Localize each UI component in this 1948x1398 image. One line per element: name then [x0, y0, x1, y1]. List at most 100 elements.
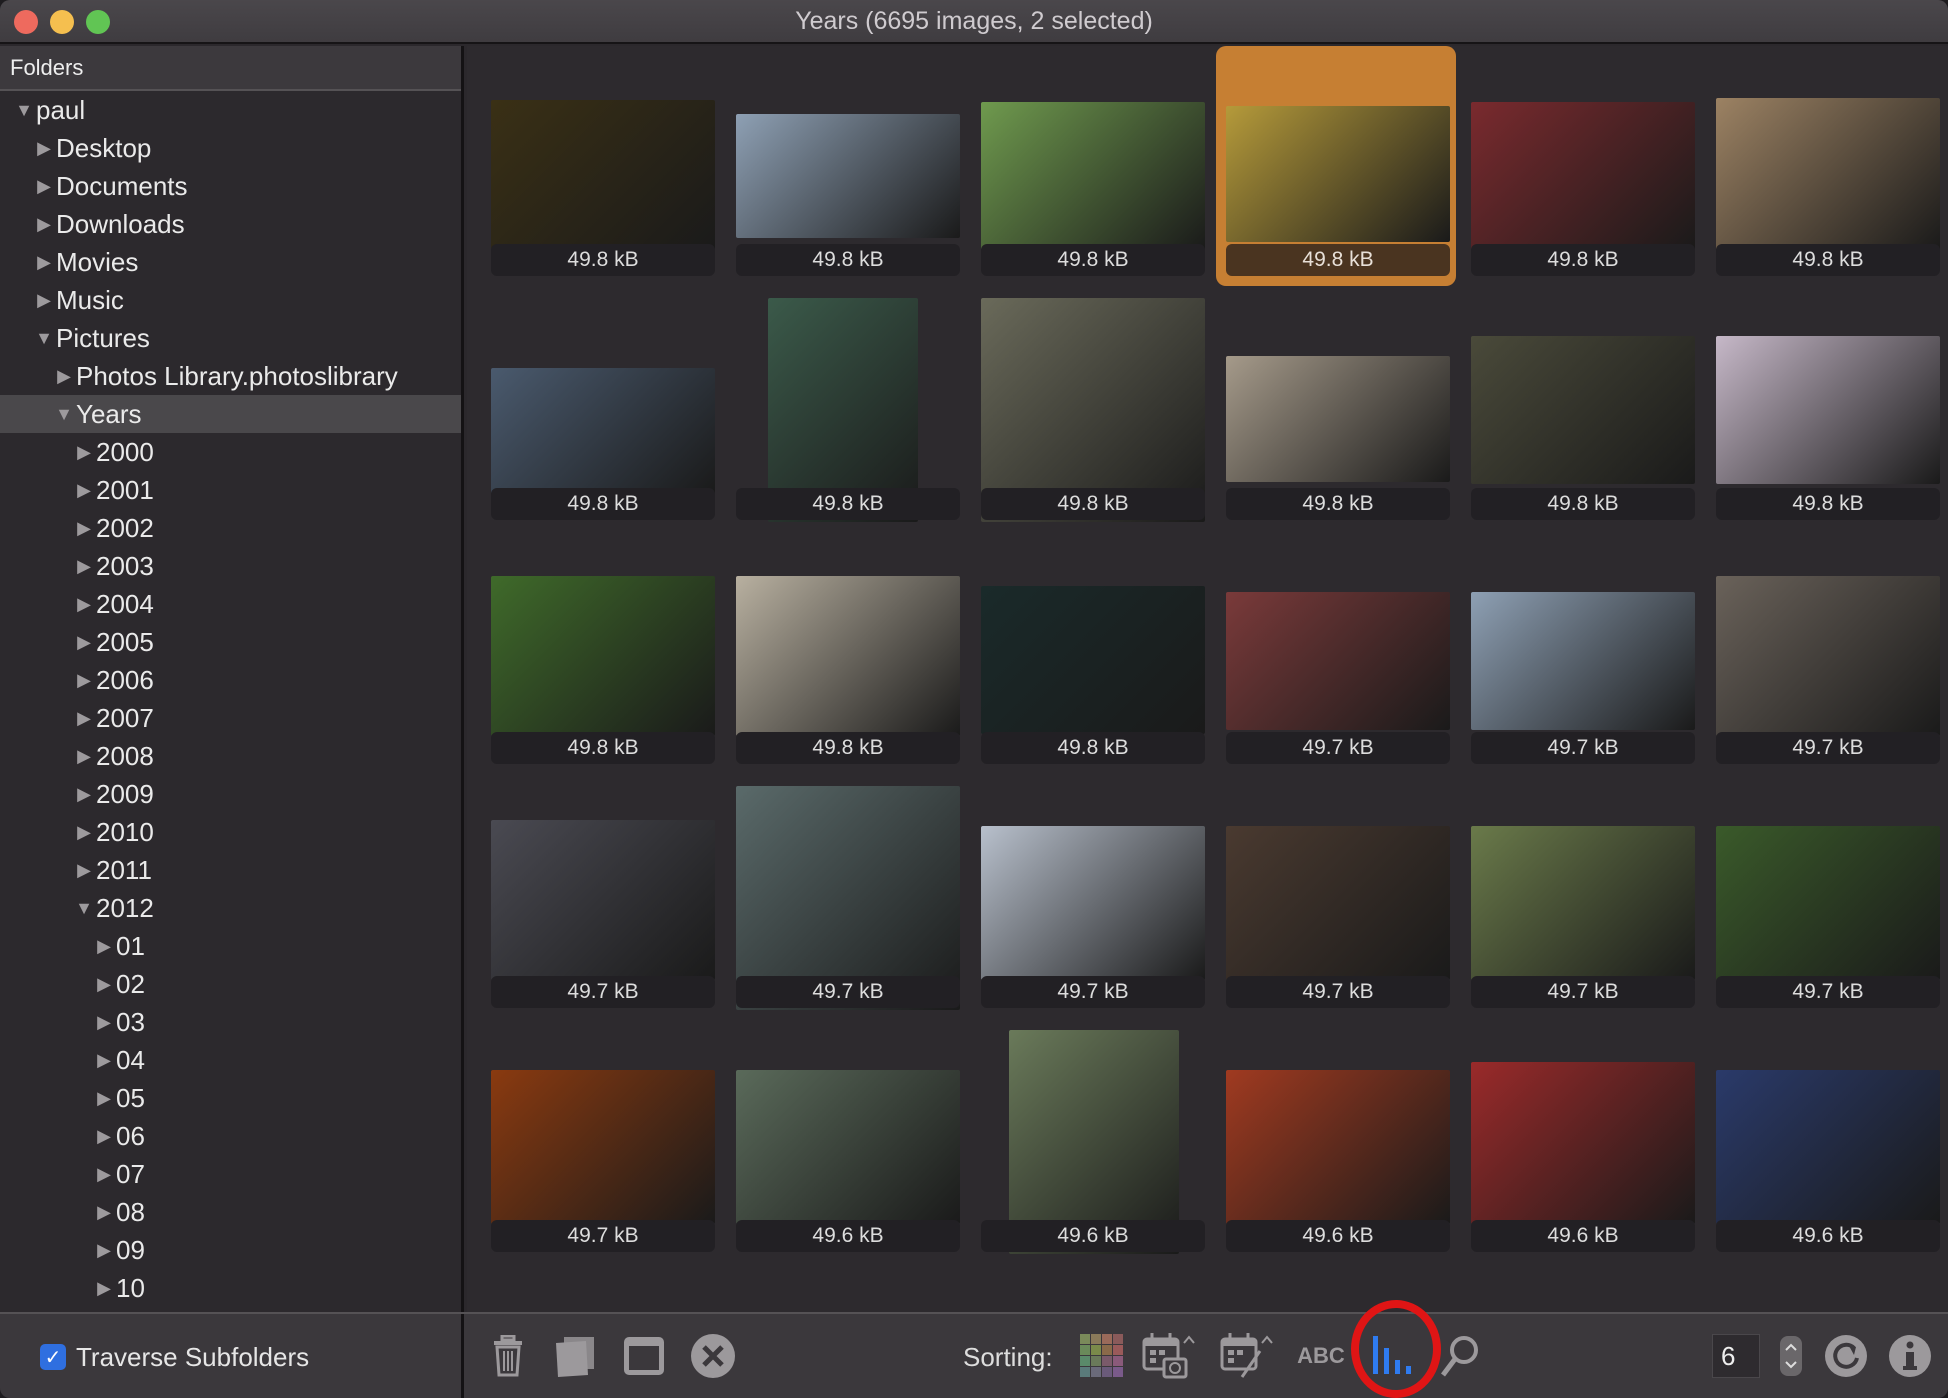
- folder-item[interactable]: ▼ Years: [0, 395, 461, 433]
- disclosure-collapsed-icon[interactable]: ▶: [94, 1164, 114, 1185]
- sort-similarity-button[interactable]: [1440, 1332, 1480, 1380]
- disclosure-collapsed-icon[interactable]: ▶: [94, 1012, 114, 1033]
- disclosure-collapsed-icon[interactable]: ▶: [74, 480, 94, 501]
- thumbnail-item[interactable]: 49.8 kB: [722, 46, 967, 290]
- sort-color-button[interactable]: [1080, 1332, 1124, 1380]
- thumbnail-item[interactable]: 49.6 kB: [967, 1022, 1212, 1266]
- folder-item[interactable]: ▶ 2005: [0, 623, 461, 661]
- disclosure-collapsed-icon[interactable]: ▶: [74, 746, 94, 767]
- folder-item[interactable]: ▶ 05: [0, 1079, 461, 1117]
- window-button[interactable]: [622, 1332, 666, 1380]
- folder-item[interactable]: ▶ 09: [0, 1231, 461, 1269]
- folder-item[interactable]: ▶ 2009: [0, 775, 461, 813]
- window-minimize-button[interactable]: [50, 10, 74, 34]
- folder-item[interactable]: ▶ Photos Library.photoslibrary: [0, 357, 461, 395]
- disclosure-collapsed-icon[interactable]: ▶: [34, 290, 54, 311]
- folder-item[interactable]: ▶ 06: [0, 1117, 461, 1155]
- thumbnail-item[interactable]: 49.8 kB: [1212, 290, 1457, 534]
- folder-item[interactable]: ▶ 03: [0, 1003, 461, 1041]
- disclosure-collapsed-icon[interactable]: ▶: [74, 708, 94, 729]
- sort-date-modified-button[interactable]: [1220, 1332, 1278, 1380]
- thumbnail-item[interactable]: 49.8 kB: [722, 290, 967, 534]
- thumbnail-item[interactable]: 49.6 kB: [1212, 1022, 1457, 1266]
- clear-button[interactable]: [690, 1332, 736, 1380]
- disclosure-collapsed-icon[interactable]: ▶: [94, 1278, 114, 1299]
- thumbnail-item[interactable]: 49.7 kB: [722, 778, 967, 1022]
- info-button[interactable]: [1888, 1332, 1932, 1380]
- sort-name-button[interactable]: ABC: [1296, 1332, 1346, 1380]
- thumbnail-item[interactable]: 49.8 kB: [967, 46, 1212, 290]
- thumbnail-item[interactable]: 49.8 kB: [967, 290, 1212, 534]
- disclosure-collapsed-icon[interactable]: ▶: [74, 632, 94, 653]
- thumbnail-item[interactable]: 49.7 kB: [967, 778, 1212, 1022]
- thumbnail-item[interactable]: 49.7 kB: [1702, 778, 1947, 1022]
- thumbnail-item[interactable]: 49.8 kB: [477, 534, 722, 778]
- disclosure-collapsed-icon[interactable]: ▶: [94, 1240, 114, 1261]
- trash-button[interactable]: [488, 1332, 528, 1380]
- folder-item[interactable]: ▶ Downloads: [0, 205, 461, 243]
- disclosure-collapsed-icon[interactable]: ▶: [74, 822, 94, 843]
- thumbnail-item[interactable]: 49.8 kB: [1457, 46, 1702, 290]
- window-zoom-button[interactable]: [86, 10, 110, 34]
- thumbnail-item[interactable]: 49.7 kB: [1457, 778, 1702, 1022]
- thumbnail-item[interactable]: 49.6 kB: [1457, 1022, 1702, 1266]
- thumbnail-item[interactable]: 49.7 kB: [477, 1022, 722, 1266]
- disclosure-collapsed-icon[interactable]: ▶: [74, 594, 94, 615]
- thumbnail-item[interactable]: 49.8 kB: [1702, 46, 1947, 290]
- folder-item[interactable]: ▶ 2001: [0, 471, 461, 509]
- refresh-button[interactable]: [1824, 1332, 1868, 1380]
- disclosure-collapsed-icon[interactable]: ▶: [74, 670, 94, 691]
- folder-item[interactable]: ▶ 2004: [0, 585, 461, 623]
- disclosure-collapsed-icon[interactable]: ▶: [74, 556, 94, 577]
- thumbnail-item[interactable]: 49.8 kB: [1212, 46, 1457, 290]
- thumbnail-item[interactable]: 49.8 kB: [722, 534, 967, 778]
- disclosure-collapsed-icon[interactable]: ▶: [34, 214, 54, 235]
- thumbnail-item[interactable]: 49.8 kB: [967, 534, 1212, 778]
- disclosure-collapsed-icon[interactable]: ▶: [74, 442, 94, 463]
- thumbnail-item[interactable]: 49.7 kB: [477, 778, 722, 1022]
- disclosure-collapsed-icon[interactable]: ▶: [74, 518, 94, 539]
- disclosure-collapsed-icon[interactable]: ▶: [34, 176, 54, 197]
- folder-item[interactable]: ▶ 02: [0, 965, 461, 1003]
- folder-item[interactable]: ▶ 07: [0, 1155, 461, 1193]
- disclosure-collapsed-icon[interactable]: ▶: [34, 252, 54, 273]
- disclosure-collapsed-icon[interactable]: ▶: [54, 366, 74, 387]
- disclosure-expanded-icon[interactable]: ▼: [14, 100, 34, 121]
- disclosure-expanded-icon[interactable]: ▼: [74, 898, 94, 919]
- folder-item[interactable]: ▶ 2000: [0, 433, 461, 471]
- folder-item[interactable]: ▶ Movies: [0, 243, 461, 281]
- thumbnail-item[interactable]: 49.8 kB: [1702, 290, 1947, 534]
- thumbnail-item[interactable]: 49.6 kB: [722, 1022, 967, 1266]
- folder-item[interactable]: ▶ 10: [0, 1269, 461, 1307]
- disclosure-collapsed-icon[interactable]: ▶: [94, 1050, 114, 1071]
- folder-item[interactable]: ▶ 2006: [0, 661, 461, 699]
- columns-stepper[interactable]: [1780, 1332, 1802, 1380]
- folder-item[interactable]: ▼ paul: [0, 91, 461, 129]
- disclosure-collapsed-icon[interactable]: ▶: [94, 974, 114, 995]
- thumbnail-item[interactable]: 49.7 kB: [1212, 534, 1457, 778]
- disclosure-collapsed-icon[interactable]: ▶: [94, 1202, 114, 1223]
- disclosure-collapsed-icon[interactable]: ▶: [94, 1088, 114, 1109]
- folder-item[interactable]: ▶ Music: [0, 281, 461, 319]
- folder-item[interactable]: ▶ 01: [0, 927, 461, 965]
- disclosure-collapsed-icon[interactable]: ▶: [94, 1126, 114, 1147]
- folder-item[interactable]: ▶ 04: [0, 1041, 461, 1079]
- disclosure-expanded-icon[interactable]: ▼: [34, 328, 54, 349]
- thumbnail-item[interactable]: 49.8 kB: [477, 46, 722, 290]
- disclosure-collapsed-icon[interactable]: ▶: [94, 936, 114, 957]
- thumbnail-item[interactable]: 49.7 kB: [1457, 534, 1702, 778]
- disclosure-collapsed-icon[interactable]: ▶: [74, 860, 94, 881]
- disclosure-expanded-icon[interactable]: ▼: [54, 404, 74, 425]
- thumbnail-item[interactable]: 49.6 kB: [1702, 1022, 1947, 1266]
- traverse-subfolders-checkbox[interactable]: ✓ Traverse Subfolders: [0, 1314, 464, 1398]
- folder-item[interactable]: ▶ 08: [0, 1193, 461, 1231]
- folder-item[interactable]: ▶ 2010: [0, 813, 461, 851]
- sort-date-taken-button[interactable]: [1142, 1332, 1200, 1380]
- folder-item[interactable]: ▶ 2007: [0, 699, 461, 737]
- folder-item[interactable]: ▼ 2012: [0, 889, 461, 927]
- folder-item[interactable]: ▶ 2008: [0, 737, 461, 775]
- disclosure-collapsed-icon[interactable]: ▶: [34, 138, 54, 159]
- thumbnail-browser[interactable]: 49.8 kB 49.8 kB 49.8 kB 49.8 kB 49.8 kB 49.8 …: [467, 46, 1948, 1312]
- thumbnail-item[interactable]: 49.7 kB: [1212, 778, 1457, 1022]
- folder-item[interactable]: ▶ Documents: [0, 167, 461, 205]
